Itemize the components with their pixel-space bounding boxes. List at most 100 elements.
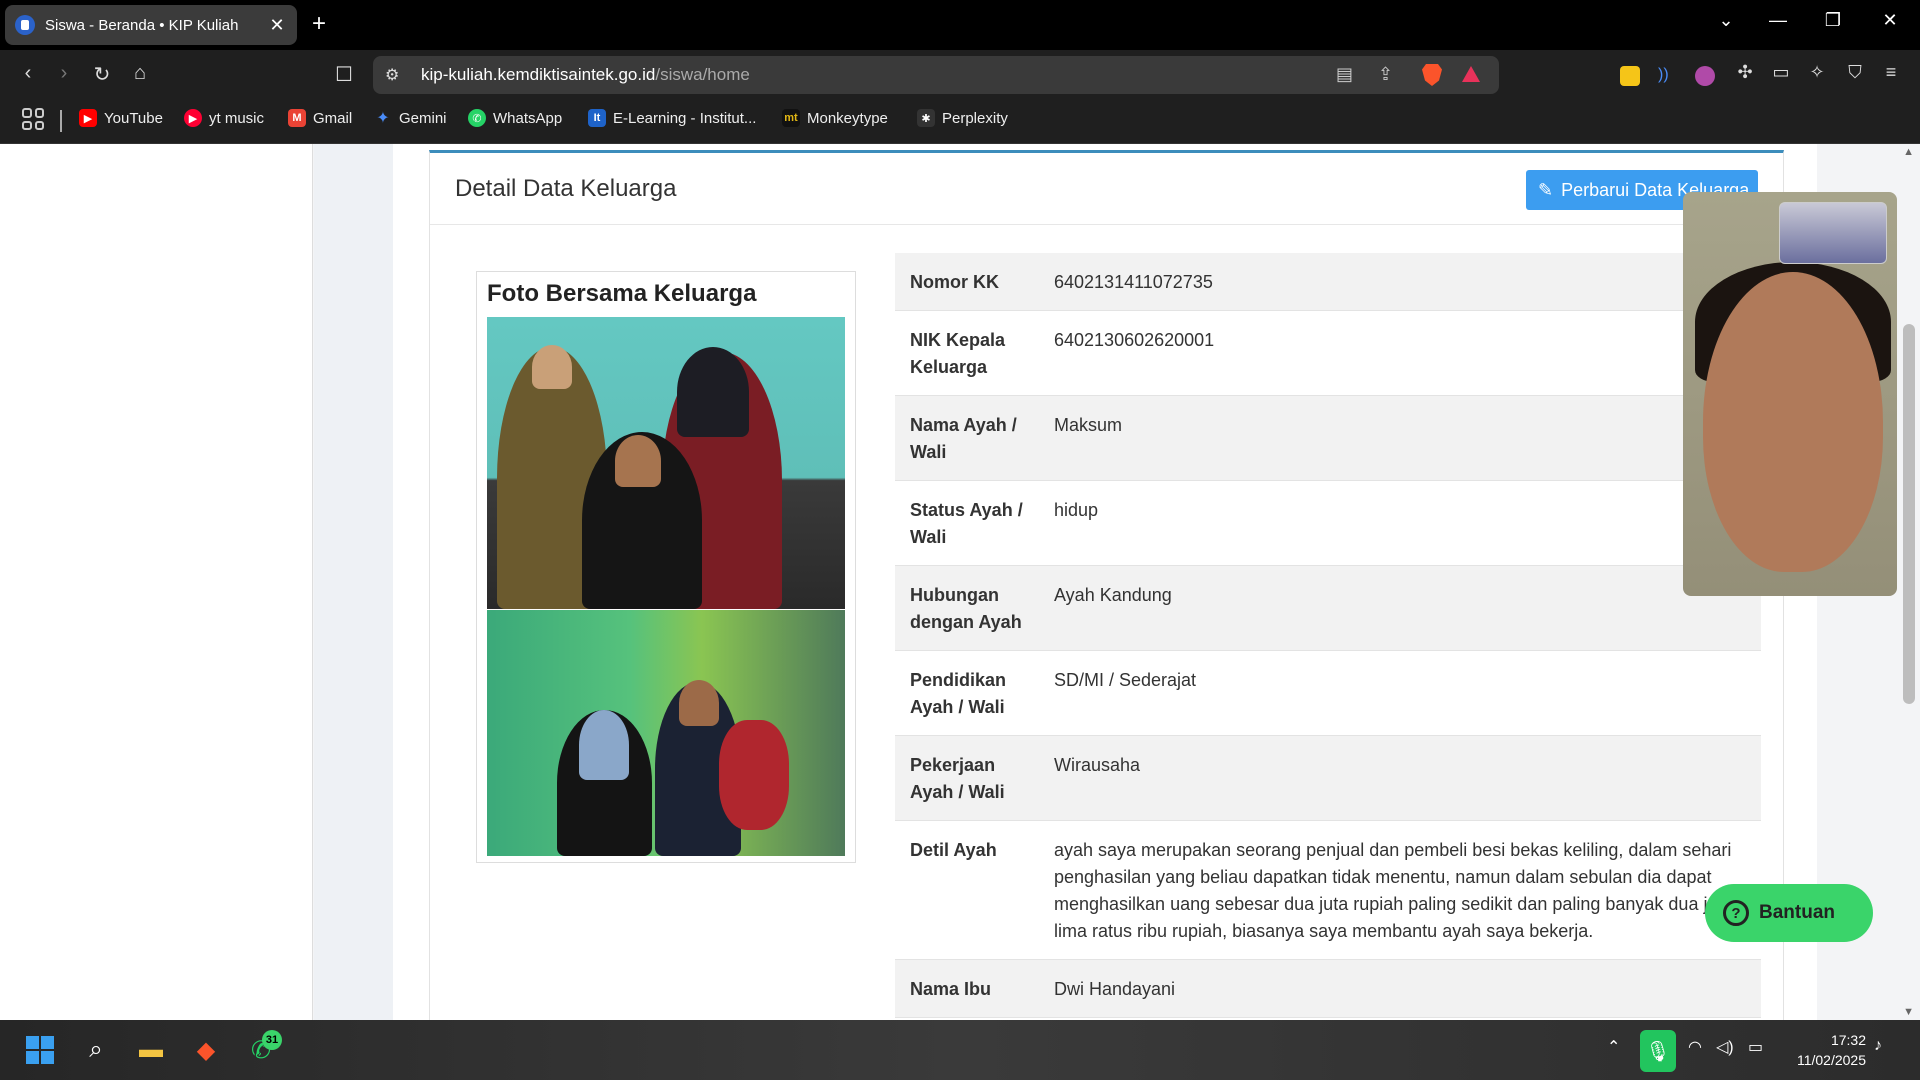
clock-date: 11/02/2025 [1796,1052,1866,1068]
gmail-icon: M [288,109,306,127]
video-call-overlay[interactable] [1683,192,1897,596]
photo-person-mother-hijab [579,710,629,780]
question-circle-icon: ? [1723,900,1749,926]
row-value: 6402131411072735 [1054,272,1213,292]
bookmark-label: Perplexity [942,109,1008,127]
extensions-puzzle-icon[interactable]: ✣ [1731,62,1759,83]
photo-flower-bouquet [719,720,789,830]
bookmark-whatsapp[interactable]: ✆ WhatsApp [468,109,562,127]
url-path: /siswa/home [655,65,750,84]
bookmark-youtube[interactable]: ▶ YouTube [79,109,163,127]
bookmark-label: WhatsApp [493,109,563,127]
row-label: Status Ayah / Wali [910,500,1023,547]
bookmark-monkeytype[interactable]: mt Monkeytype [782,109,888,127]
bookmark-label: Gemini [399,109,447,127]
table-row: Nama Ayah / Wali Maksum [895,396,1761,481]
table-row: Hubungan dengan Ayah Ayah Kandung [895,566,1761,651]
minimize-icon[interactable]: — [1763,10,1793,31]
perplexity-icon: ✱ [917,109,935,127]
battery-icon[interactable]: ▭ [1748,1037,1763,1057]
bookmark-gemini[interactable]: ✦ Gemini [374,109,447,128]
volume-icon[interactable]: ◁) [1716,1037,1734,1057]
table-row: NIK Kepala Keluarga 6402130602620001 [895,311,1761,396]
site-settings-icon[interactable]: ⚙ [385,65,399,85]
bookmark-label: yt music [209,109,265,127]
reload-icon[interactable]: ↻ [88,62,116,87]
tab-list-chevron-icon[interactable]: ⌄ [1711,10,1741,31]
tab-title: Siswa - Beranda • KIP Kuliah [45,16,239,34]
scroll-up-arrow-icon[interactable]: ▲ [1903,146,1914,158]
clock-time: 17:32 [1830,1032,1866,1048]
self-view-thumbnail[interactable] [1779,202,1887,264]
file-explorer-icon[interactable]: ▬ [135,1034,167,1066]
bookmarks-separator [60,110,62,132]
restore-icon[interactable]: ❐ [1818,10,1848,31]
leo-ai-icon[interactable]: ✧ [1803,62,1831,83]
url-domain: kip-kuliah.kemdiktisaintek.go.id [421,65,656,84]
extension-audio-icon[interactable]: )) [1658,66,1678,86]
reader-mode-icon[interactable]: ▤ [1336,64,1353,85]
microphone-icon[interactable]: 🎙 [1640,1030,1676,1072]
brave-browser-icon[interactable]: ◆ [190,1034,222,1066]
scroll-down-arrow-icon[interactable]: ▼ [1903,1006,1914,1018]
bookmark-gmail[interactable]: M Gmail [288,109,352,127]
row-value: ayah saya merupakan seorang penjual dan … [1054,840,1733,941]
active-tab[interactable]: Siswa - Beranda • KIP Kuliah ✕ [5,5,297,45]
bookmark-perplexity[interactable]: ✱ Perplexity [917,109,1008,127]
close-tab-icon[interactable]: ✕ [267,15,287,36]
monkeytype-icon: mt [782,109,800,127]
windows-start-icon[interactable] [24,1034,56,1066]
row-label: Pendidikan Ayah / Wali [910,670,1007,717]
table-row: Nomor KK 6402131411072735 [895,253,1761,311]
row-value: Dwi Handayani [1054,979,1176,999]
row-value: 6402130602620001 [1054,330,1215,350]
e-learning-icon: It [588,109,606,127]
extension-yellow-icon[interactable] [1620,66,1640,86]
new-tab-icon[interactable]: + [312,10,326,38]
apps-grid-icon[interactable] [22,108,44,130]
photo-person-son-face [679,680,719,726]
brave-shields-icon[interactable] [1422,64,1442,86]
share-icon[interactable]: ⇪ [1378,64,1393,85]
family-photo-top [487,317,845,609]
address-bar[interactable]: ⚙ kip-kuliah.kemdiktisaintek.go.id/siswa… [373,56,1499,94]
bookmark-e-learning[interactable]: It E-Learning - Institut... [588,109,756,127]
row-label: NIK Kepala Keluarga [910,330,1006,377]
family-info-table: Nomor KK 6402131411072735 NIK Kepala Kelu… [895,253,1761,1018]
bookmark-label: Gmail [313,109,353,127]
row-value: Maksum [1054,415,1123,435]
help-button[interactable]: ? Bantuan [1705,884,1873,942]
menu-icon[interactable]: ≡ [1877,62,1905,83]
back-icon[interactable]: ‹ [14,62,42,85]
extension-purple-icon[interactable] [1695,66,1715,86]
bookmark-label: E-Learning - Institut... [613,109,757,127]
forward-icon[interactable]: › [50,62,78,85]
page-scrollbar-thumb[interactable] [1903,324,1915,704]
close-window-icon[interactable]: ✕ [1875,10,1905,31]
wifi-icon[interactable]: ◠ [1688,1037,1702,1057]
bookmark-icon[interactable]: ☐ [330,62,358,87]
row-value: Ayah Kandung [1054,585,1172,605]
home-icon[interactable]: ⌂ [126,62,154,85]
notification-bell-icon[interactable]: ♪ [1874,1037,1882,1055]
url-text[interactable]: kip-kuliah.kemdiktisaintek.go.id/siswa/h… [421,65,750,85]
gemini-icon: ✦ [376,110,390,127]
kip-favicon-icon [15,15,35,35]
vpn-shield-icon[interactable]: ⛉ [1841,62,1869,83]
brave-rewards-icon[interactable] [1462,66,1480,82]
search-icon[interactable]: ⌕ [80,1034,112,1066]
card-header: Detail Data Keluarga ✎ Perbarui Data Kel… [430,153,1783,225]
table-row: Status Ayah / Wali hidup [895,481,1761,566]
table-row: Nama Ibu Dwi Handayani [895,960,1761,1018]
system-clock[interactable]: 17:32 11/02/2025 [1786,1030,1866,1070]
whatsapp-icon: ✆ [468,109,486,127]
row-label: Nomor KK [910,272,999,292]
bookmark-yt-music[interactable]: ▶ yt music [184,109,264,127]
video-person-face [1703,272,1883,572]
table-row: Pendidikan Ayah / Wali SD/MI / Sederajat [895,651,1761,736]
sidebar [0,144,313,1020]
row-label: Hubungan dengan Ayah [910,585,1022,632]
family-photo-title: Foto Bersama Keluarga [487,280,757,307]
show-hidden-icons-chevron-icon[interactable]: ⌃ [1607,1037,1620,1057]
wallet-icon[interactable]: ▭ [1767,62,1795,83]
